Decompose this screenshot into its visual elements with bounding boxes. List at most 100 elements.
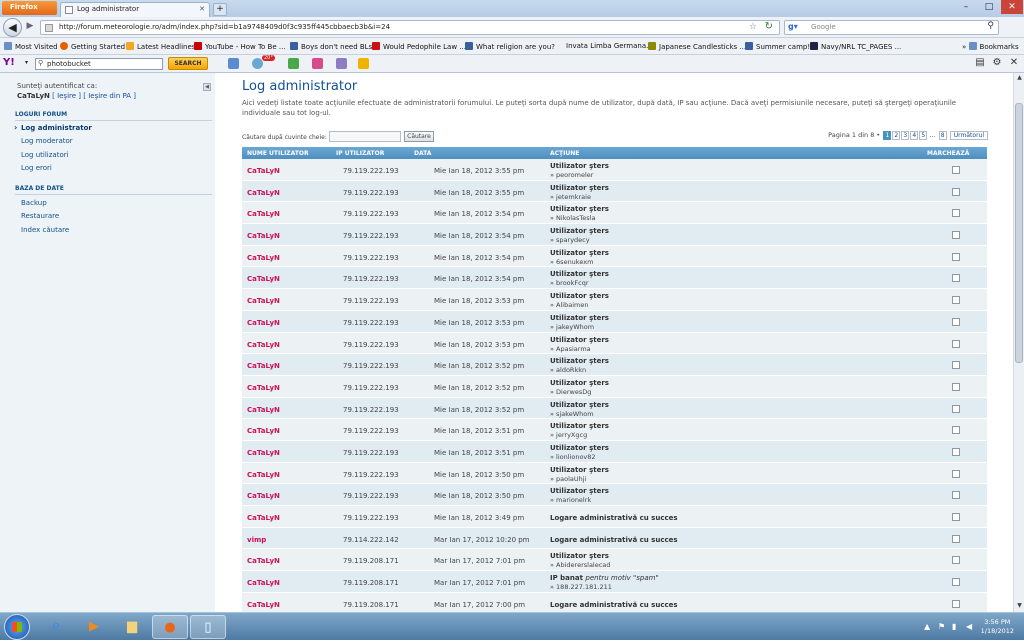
row-ip[interactable]: 79.119.222.193 bbox=[343, 384, 399, 392]
row-username[interactable]: CaTaLyN bbox=[247, 341, 280, 349]
bookmark-item[interactable]: Getting Started bbox=[60, 42, 125, 51]
bookmarks-menu[interactable]: » Bookmarks bbox=[962, 42, 1019, 51]
sidebar-item-moderator-log[interactable]: Log moderator bbox=[21, 137, 73, 145]
bookmark-item[interactable]: Boys don't need BLs bbox=[290, 42, 372, 51]
answers-icon[interactable] bbox=[358, 58, 369, 69]
mark-checkbox[interactable] bbox=[952, 382, 960, 391]
yahoo-search-button[interactable]: SEARCH bbox=[168, 57, 208, 70]
logout-link[interactable]: [ Ieşire ] bbox=[52, 92, 81, 100]
keyword-search-input[interactable] bbox=[329, 131, 401, 142]
row-ip[interactable]: 79.119.222.193 bbox=[343, 362, 399, 370]
firefox-taskbar-icon[interactable]: ● bbox=[152, 615, 188, 639]
chevron-down-icon[interactable]: ▾ bbox=[25, 59, 28, 66]
row-username[interactable]: CaTaLyN bbox=[247, 557, 280, 565]
page-link[interactable]: 2 bbox=[892, 131, 901, 140]
mark-checkbox[interactable] bbox=[952, 534, 960, 543]
row-username[interactable]: CaTaLyN bbox=[247, 210, 280, 218]
mark-checkbox[interactable] bbox=[952, 599, 960, 608]
mark-checkbox[interactable] bbox=[952, 556, 960, 565]
reload-icon[interactable]: ↻ bbox=[765, 21, 773, 32]
row-username[interactable]: CaTaLyN bbox=[247, 471, 280, 479]
bookmark-item[interactable]: Would Pedophile Law ... bbox=[372, 42, 466, 51]
bookmark-star-icon[interactable]: ☆ bbox=[749, 22, 757, 32]
row-ip[interactable]: 79.119.222.193 bbox=[343, 275, 399, 283]
sidebar-item-admin-log[interactable]: Log administrator bbox=[14, 123, 92, 132]
page-link[interactable]: 3 bbox=[901, 131, 910, 140]
sidebar-item-backup[interactable]: Backup bbox=[21, 199, 47, 207]
row-username[interactable]: CaTaLyN bbox=[247, 427, 280, 435]
bookmark-item[interactable]: YouTube - How To Be ... bbox=[194, 42, 286, 51]
sidebar-item-error-log[interactable]: Log erori bbox=[21, 164, 52, 172]
row-username[interactable]: CaTaLyN bbox=[247, 449, 280, 457]
row-username[interactable]: CaTaLyN bbox=[247, 492, 280, 500]
row-ip[interactable]: 79.119.222.193 bbox=[343, 189, 399, 197]
close-tab-icon[interactable]: ✕ bbox=[199, 5, 205, 13]
mark-checkbox[interactable] bbox=[952, 187, 960, 196]
row-ip[interactable]: 79.119.222.193 bbox=[343, 297, 399, 305]
mark-checkbox[interactable] bbox=[952, 578, 960, 587]
site-identity-icon[interactable] bbox=[45, 24, 53, 32]
mark-checkbox[interactable] bbox=[952, 209, 960, 218]
row-ip[interactable]: 79.119.222.193 bbox=[343, 492, 399, 500]
forward-button[interactable]: ▶ bbox=[23, 21, 37, 34]
media-player-icon[interactable]: ▶ bbox=[76, 615, 112, 639]
toolbar-layout-icon[interactable]: ▤ bbox=[974, 57, 986, 69]
row-ip[interactable]: 79.119.222.193 bbox=[343, 471, 399, 479]
column-header-date[interactable]: DATA bbox=[414, 150, 431, 157]
bookmark-item[interactable]: Summer camp! bbox=[745, 42, 810, 51]
row-ip[interactable]: 79.119.222.193 bbox=[343, 449, 399, 457]
row-username[interactable]: CaTaLyN bbox=[247, 514, 280, 522]
flag-icon[interactable]: ⚑ bbox=[938, 622, 947, 631]
sidebar-item-search-index[interactable]: Index căutare bbox=[21, 226, 69, 234]
search-icon[interactable]: ⚲ bbox=[987, 21, 994, 31]
weather-icon[interactable] bbox=[252, 58, 263, 69]
mark-checkbox[interactable] bbox=[952, 426, 960, 435]
row-ip[interactable]: 79.119.222.193 bbox=[343, 427, 399, 435]
bookmark-item[interactable]: What religion are you? bbox=[465, 42, 555, 51]
mark-checkbox[interactable] bbox=[952, 274, 960, 283]
row-ip[interactable]: 79.119.222.193 bbox=[343, 514, 399, 522]
row-username[interactable]: CaTaLyN bbox=[247, 189, 280, 197]
row-ip[interactable]: 79.119.208.171 bbox=[343, 601, 399, 609]
mark-checkbox[interactable] bbox=[952, 447, 960, 456]
flickr-icon[interactable] bbox=[312, 58, 323, 69]
column-header-ip[interactable]: IP UTILIZATOR bbox=[336, 150, 384, 157]
mark-checkbox[interactable] bbox=[952, 231, 960, 240]
column-header-action[interactable]: ACŢIUNE bbox=[550, 150, 579, 157]
row-username[interactable]: CaTaLyN bbox=[247, 254, 280, 262]
mark-checkbox[interactable] bbox=[952, 166, 960, 174]
row-username[interactable]: CaTaLyN bbox=[247, 406, 280, 414]
internet-explorer-icon[interactable]: ℯ bbox=[38, 615, 74, 639]
row-username[interactable]: CaTaLyN bbox=[247, 297, 280, 305]
page-link-current[interactable]: 1 bbox=[883, 131, 892, 140]
row-ip[interactable]: 79.114.222.142 bbox=[343, 536, 399, 544]
row-ip[interactable]: 79.119.222.193 bbox=[343, 319, 399, 327]
explorer-folder-icon[interactable]: ▆ bbox=[114, 615, 150, 639]
back-button[interactable]: ◀ bbox=[3, 18, 22, 37]
mark-checkbox[interactable] bbox=[952, 361, 960, 370]
google-icon[interactable]: g▾ bbox=[788, 22, 798, 31]
bookmark-item[interactable]: Japanese Candlesticks ... bbox=[648, 42, 746, 51]
show-hidden-icons-icon[interactable]: ▲ bbox=[924, 622, 933, 631]
row-username[interactable]: CaTaLyN bbox=[247, 319, 280, 327]
page-scrollbar[interactable]: ▲ ▼ bbox=[1013, 73, 1024, 612]
logout-acp-link[interactable]: [ Ieşire din PA ] bbox=[83, 92, 136, 100]
row-ip[interactable]: 79.119.222.193 bbox=[343, 254, 399, 262]
bookmark-item[interactable]: Most Visited bbox=[4, 42, 58, 51]
row-ip[interactable]: 79.119.222.193 bbox=[343, 167, 399, 175]
page-link[interactable]: 5 bbox=[919, 131, 928, 140]
web-search-input[interactable]: g▾ Google ⚲ bbox=[784, 20, 999, 35]
mark-checkbox[interactable] bbox=[952, 491, 960, 500]
bookmark-item[interactable]: Navy/NRL TC_PAGES ... bbox=[810, 42, 901, 51]
close-window-icon[interactable]: ✕ bbox=[1001, 0, 1023, 14]
messenger-icon[interactable] bbox=[336, 58, 347, 69]
row-ip[interactable]: 79.119.208.171 bbox=[343, 557, 399, 565]
minimize-icon[interactable]: – bbox=[955, 0, 977, 14]
document-taskbar-icon[interactable]: ▯ bbox=[190, 615, 226, 639]
collapse-sidebar-icon[interactable]: ◀ bbox=[203, 83, 211, 91]
keyword-search-button[interactable]: Căutare bbox=[404, 131, 434, 142]
row-ip[interactable]: 79.119.222.193 bbox=[343, 406, 399, 414]
row-username[interactable]: CaTaLyN bbox=[247, 579, 280, 587]
row-ip[interactable]: 79.119.222.193 bbox=[343, 341, 399, 349]
yahoo-logo[interactable]: Y! bbox=[3, 57, 15, 68]
